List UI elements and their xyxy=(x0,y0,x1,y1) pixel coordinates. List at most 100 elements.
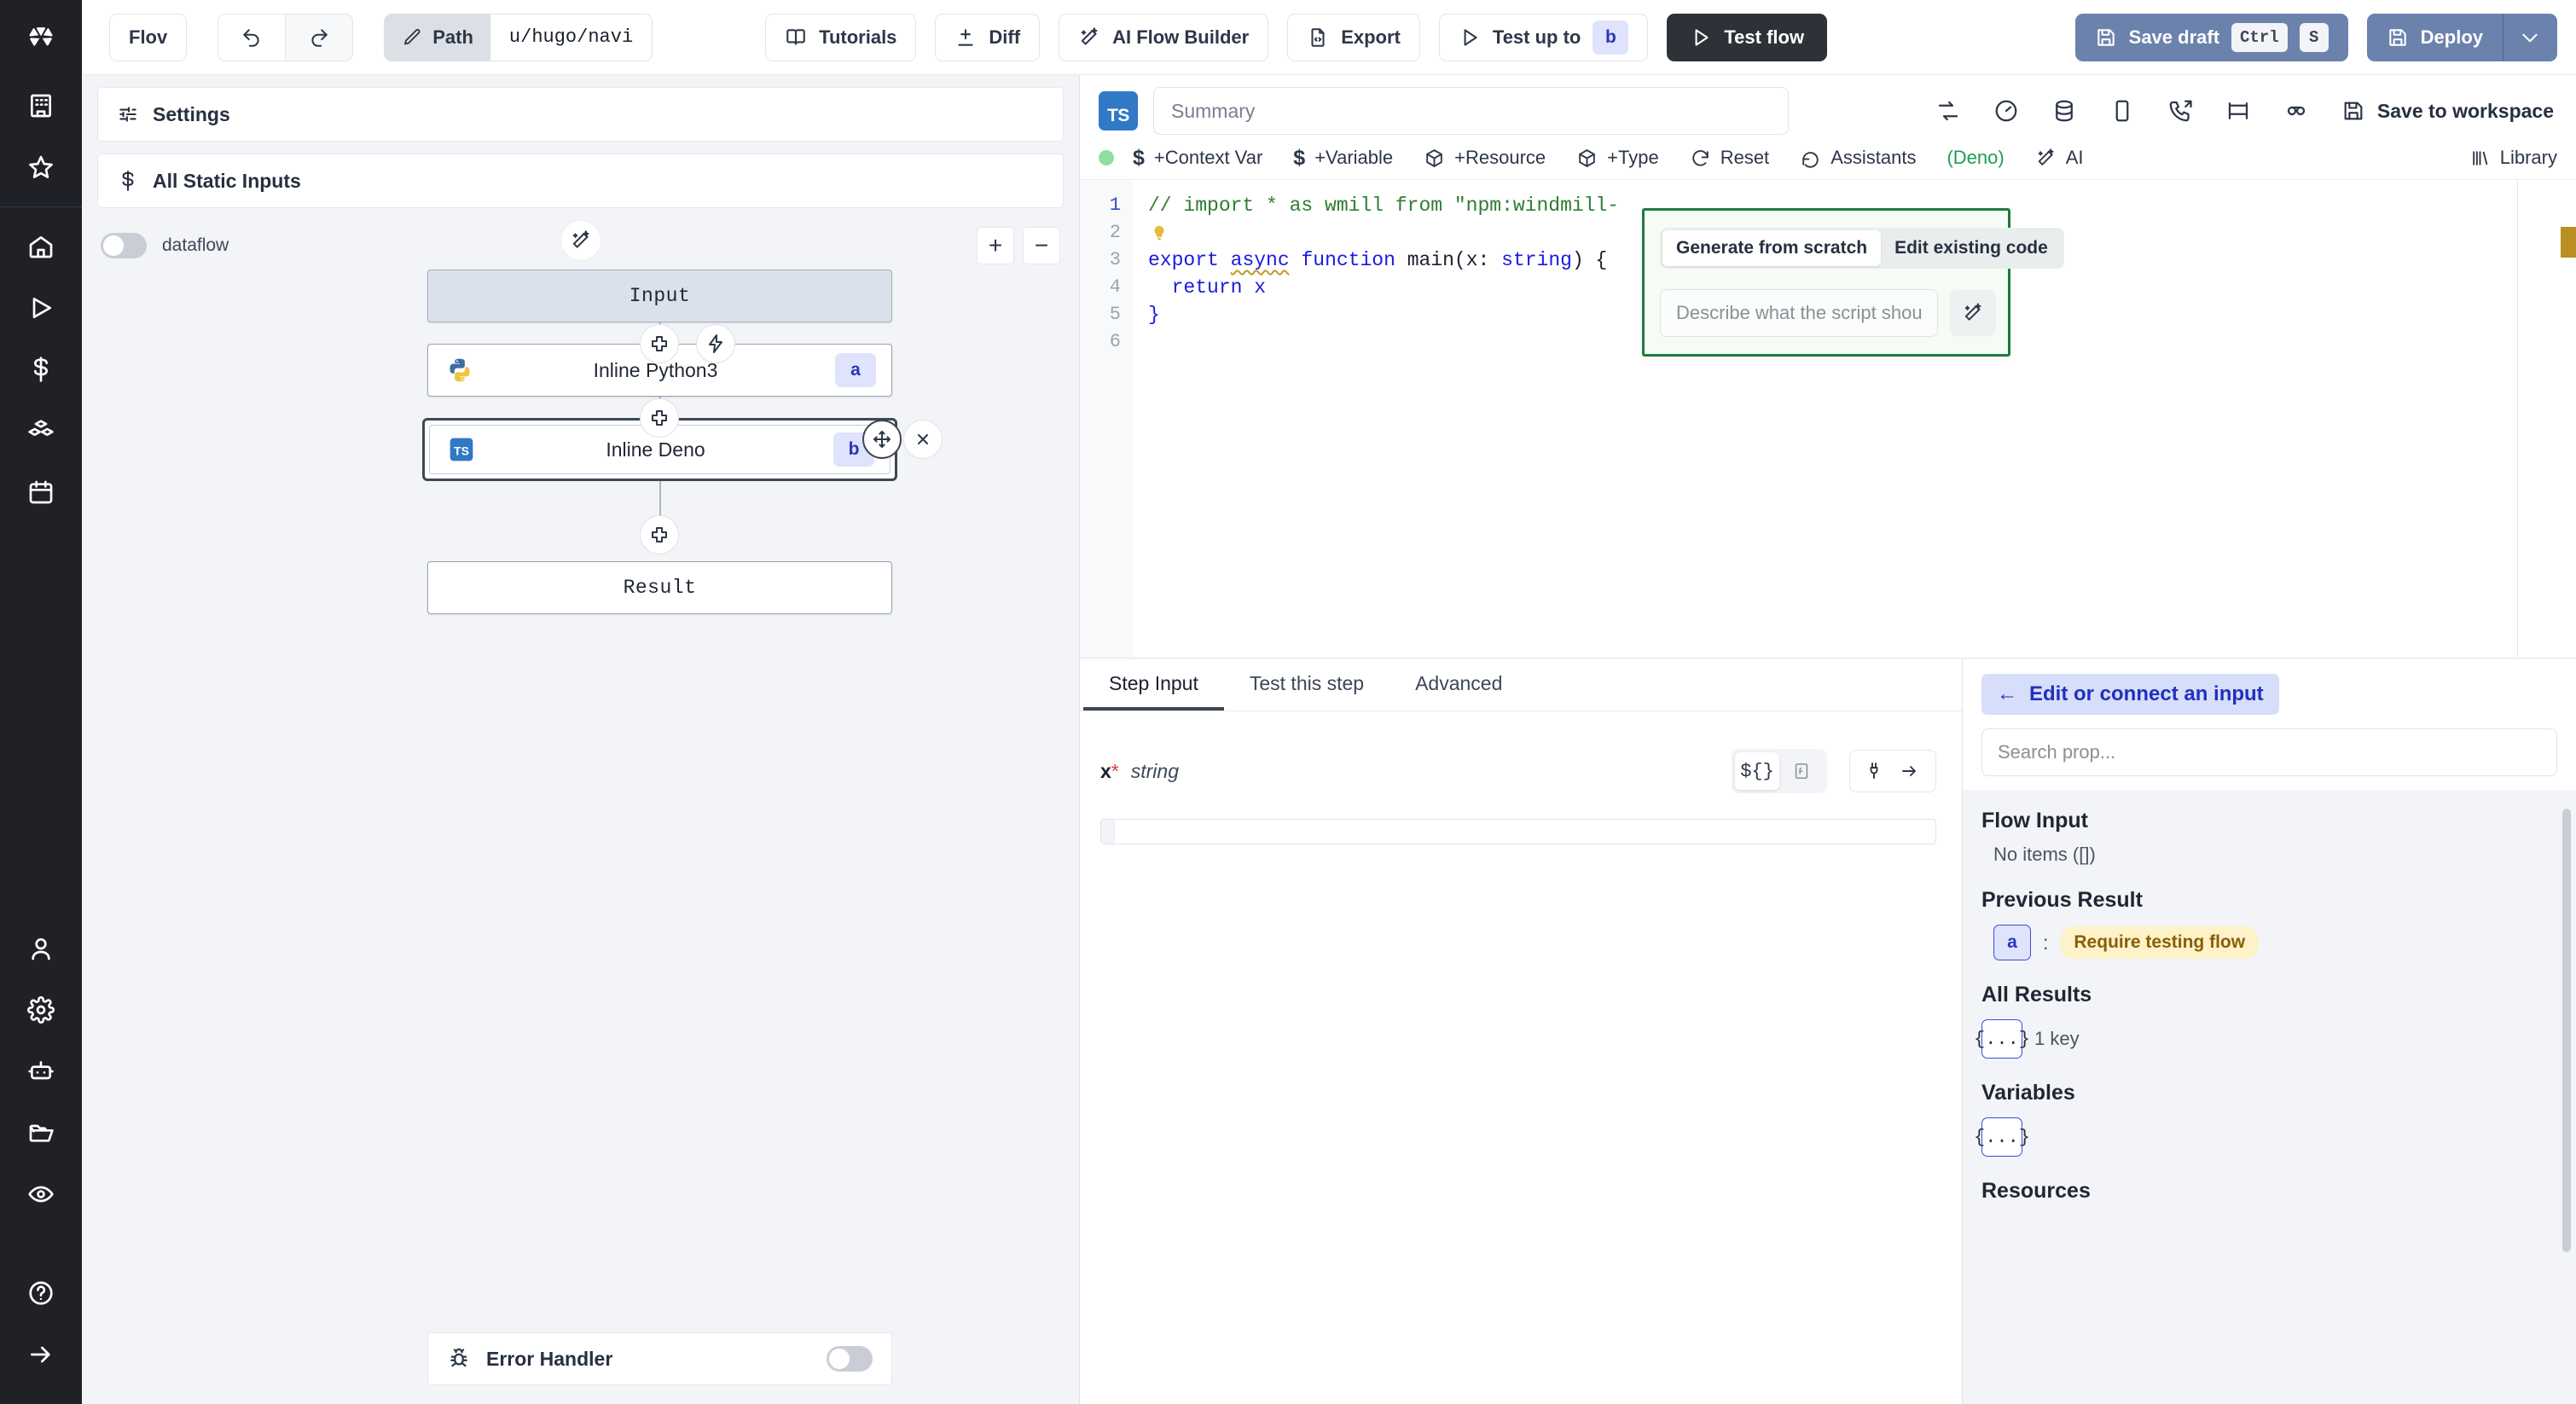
all-static-inputs-card[interactable]: All Static Inputs xyxy=(97,154,1064,208)
ai-button[interactable]: AI xyxy=(2035,147,2084,169)
resources-icon[interactable] xyxy=(10,400,72,461)
generate-from-scratch-tab[interactable]: Generate from scratch xyxy=(1662,230,1881,266)
line-numbers: 1 2 3 4 5 6 xyxy=(1080,180,1133,658)
diff-button[interactable]: Diff xyxy=(935,14,1040,61)
expand-icon[interactable] xyxy=(10,1324,72,1385)
move-node-button[interactable] xyxy=(862,420,902,459)
tab-step-input[interactable]: Step Input xyxy=(1083,658,1224,711)
refresh-icon xyxy=(1800,148,1821,169)
gauge-icon[interactable] xyxy=(1993,98,2019,124)
path-value[interactable]: u/hugo/navi xyxy=(490,15,652,61)
minimap-marker[interactable] xyxy=(2561,227,2576,258)
phone-call-icon[interactable] xyxy=(2167,98,2193,124)
cassette-icon[interactable] xyxy=(2283,98,2309,124)
audit-icon[interactable] xyxy=(10,1163,72,1225)
pencil-icon xyxy=(402,27,422,48)
static-mode-button[interactable]: ${} xyxy=(1735,752,1779,790)
editor-header-icons: Save to workspace xyxy=(1935,98,2557,124)
dollar-icon: $ xyxy=(1133,148,1145,169)
variables-icon[interactable] xyxy=(10,339,72,400)
code-editor[interactable]: 1 2 3 4 5 6 // import * as wmill from "n… xyxy=(1080,180,2576,658)
save-to-workspace-button[interactable]: Save to workspace xyxy=(2341,99,2554,123)
picker-scrollbar[interactable] xyxy=(2562,809,2571,1252)
tab-test-this-step[interactable]: Test this step xyxy=(1224,658,1390,711)
flow-node-result[interactable]: Result xyxy=(427,561,892,614)
ai-prompt-input[interactable] xyxy=(1660,289,1938,337)
previous-result-chip[interactable]: a xyxy=(1993,925,2031,960)
fx-mode-button[interactable] xyxy=(1779,752,1824,790)
add-step-button-2[interactable] xyxy=(640,398,679,438)
mobile-icon[interactable] xyxy=(2109,98,2135,124)
add-step-button-3[interactable] xyxy=(640,515,679,554)
path-label-group[interactable]: Path xyxy=(385,15,490,61)
library-label: Library xyxy=(2500,147,2557,169)
box-icon xyxy=(1424,148,1445,169)
help-icon[interactable] xyxy=(10,1262,72,1324)
reset-button[interactable]: Reset xyxy=(1690,147,1769,169)
test-up-to-label: Test up to xyxy=(1493,26,1581,49)
add-resource-button[interactable]: +Resource xyxy=(1424,147,1546,169)
ai-flow-builder-button[interactable]: AI Flow Builder xyxy=(1059,14,1268,61)
folders-icon[interactable] xyxy=(10,1102,72,1163)
search-prop-input[interactable] xyxy=(1981,728,2557,776)
tutorials-button[interactable]: Tutorials xyxy=(765,14,916,61)
code-token-string: string xyxy=(1501,249,1572,271)
rail-divider xyxy=(0,206,82,207)
edit-or-connect-button[interactable]: ← Edit or connect an input xyxy=(1981,674,2279,715)
ai-magic-button[interactable] xyxy=(560,220,601,261)
tab-advanced[interactable]: Advanced xyxy=(1390,658,1528,711)
add-context-var-button[interactable]: $ +Context Var xyxy=(1133,147,1262,169)
runs-icon[interactable] xyxy=(10,277,72,339)
sync-icon[interactable] xyxy=(1935,98,1961,124)
flow-name-button[interactable]: Flov xyxy=(109,14,187,61)
settings-card[interactable]: Settings xyxy=(97,87,1064,142)
all-results-object[interactable]: {...} xyxy=(1981,1019,2022,1059)
zoom-in-button[interactable]: + xyxy=(977,227,1014,264)
user-icon[interactable] xyxy=(10,918,72,979)
schedules-icon[interactable] xyxy=(10,461,72,523)
database-icon[interactable] xyxy=(2051,98,2077,124)
path-field[interactable]: Path u/hugo/navi xyxy=(384,14,653,61)
home-icon[interactable] xyxy=(10,216,72,277)
ai-label: AI xyxy=(2066,147,2084,169)
deploy-button[interactable]: Deploy xyxy=(2367,14,2503,61)
add-trigger-button[interactable] xyxy=(696,324,735,363)
connect-input-button[interactable] xyxy=(1849,750,1936,792)
code-token-function: function xyxy=(1301,249,1395,271)
variables-object[interactable]: {...} xyxy=(1981,1117,2022,1157)
property-value-field[interactable] xyxy=(1100,819,1936,844)
picker-header: ← Edit or connect an input xyxy=(1963,658,2576,790)
zoom-out-button[interactable]: − xyxy=(1023,227,1060,264)
ai-generate-button[interactable] xyxy=(1950,290,1996,336)
assistants-button[interactable]: Assistants xyxy=(1800,147,1916,169)
settings-icon[interactable] xyxy=(10,979,72,1041)
delete-node-button[interactable] xyxy=(903,420,943,459)
test-up-to-button[interactable]: Test up to b xyxy=(1439,14,1648,61)
error-handler-card[interactable]: Error Handler xyxy=(427,1332,892,1385)
save-draft-button[interactable]: Save draft Ctrl S xyxy=(2075,14,2348,61)
lightbulb-icon[interactable] xyxy=(1150,223,1169,245)
path-label: Path xyxy=(432,26,473,49)
add-variable-button[interactable]: $ +Variable xyxy=(1293,147,1393,169)
windmill-logo[interactable] xyxy=(0,0,82,75)
workers-icon[interactable] xyxy=(10,1041,72,1102)
canvas-header: dataflow + − xyxy=(82,208,1079,270)
deploy-dropdown-button[interactable] xyxy=(2503,14,2557,61)
export-button[interactable]: Export xyxy=(1287,14,1420,61)
flow-node-input[interactable]: Input xyxy=(427,270,892,322)
dataflow-toggle[interactable] xyxy=(101,233,147,258)
refresh-icon xyxy=(1690,148,1711,169)
edit-existing-code-tab[interactable]: Edit existing code xyxy=(1881,230,2062,266)
library-button[interactable]: Library xyxy=(2469,147,2557,169)
layout-icon[interactable] xyxy=(2225,98,2251,124)
test-flow-button[interactable]: Test flow xyxy=(1667,14,1827,61)
add-type-button[interactable]: +Type xyxy=(1576,147,1659,169)
undo-button[interactable] xyxy=(218,14,286,61)
error-handler-toggle[interactable] xyxy=(827,1346,873,1372)
star-icon[interactable] xyxy=(10,136,72,198)
redo-button[interactable] xyxy=(286,14,353,61)
add-step-button-1[interactable] xyxy=(640,324,679,363)
workspace-icon[interactable] xyxy=(10,75,72,136)
summary-input[interactable] xyxy=(1153,87,1789,135)
save-to-workspace-label: Save to workspace xyxy=(2377,100,2554,123)
